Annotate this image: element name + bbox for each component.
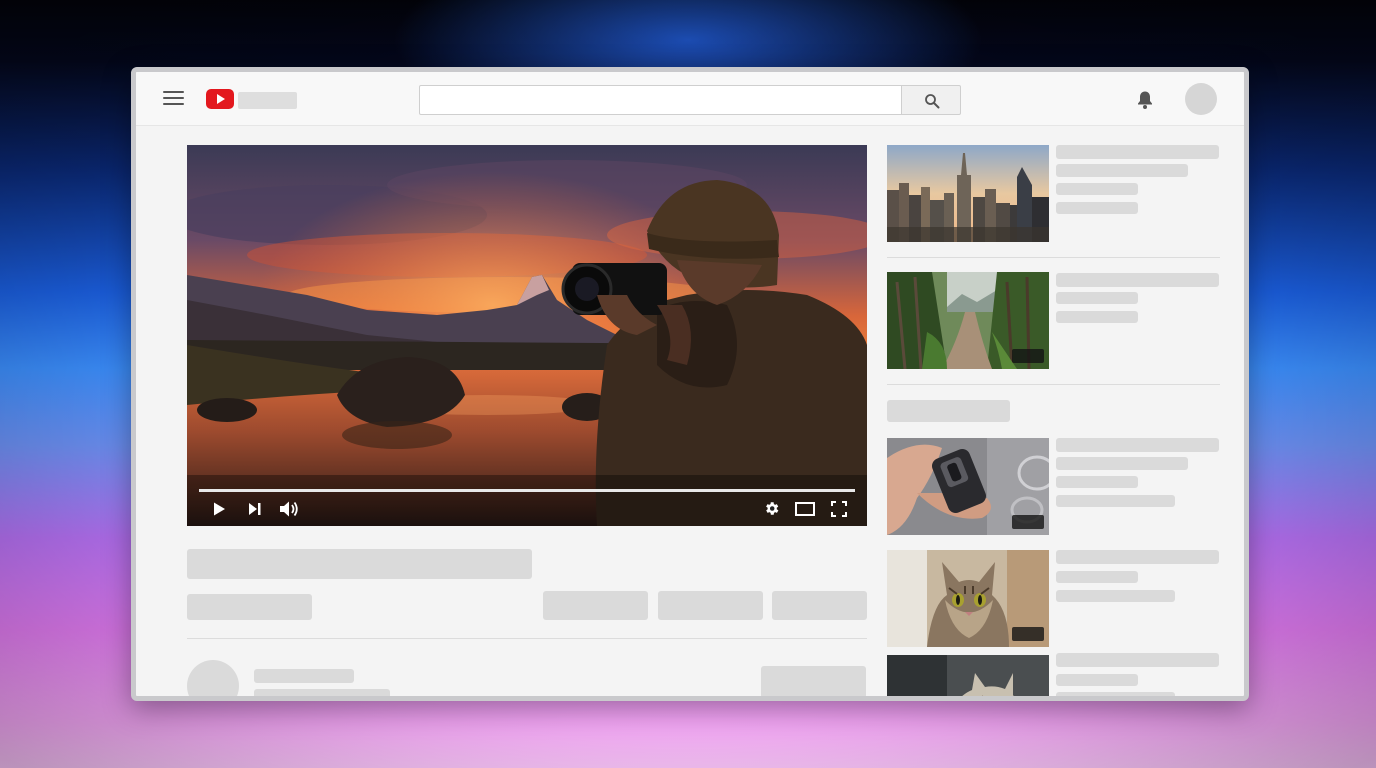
browser-window bbox=[131, 67, 1249, 701]
search-icon bbox=[925, 94, 940, 109]
subscribe-button[interactable] bbox=[761, 666, 866, 696]
rec-views-placeholder bbox=[1056, 495, 1175, 507]
settings-gear-icon[interactable] bbox=[763, 500, 780, 517]
next-icon[interactable] bbox=[248, 502, 262, 516]
rec-title-placeholder bbox=[1056, 145, 1219, 159]
rec-views-placeholder bbox=[1056, 311, 1138, 323]
rec-title-placeholder bbox=[1056, 653, 1219, 667]
notifications-bell-icon[interactable] bbox=[1136, 90, 1154, 110]
rec-title-placeholder bbox=[1056, 273, 1219, 287]
rec-channel-placeholder bbox=[1056, 674, 1138, 686]
video-title-placeholder bbox=[187, 549, 532, 579]
account-avatar[interactable] bbox=[1185, 83, 1217, 115]
rec-views-placeholder bbox=[1056, 692, 1175, 696]
section-header-placeholder bbox=[887, 400, 1010, 422]
top-bar bbox=[136, 72, 1244, 126]
city-skyline-image bbox=[887, 145, 1049, 242]
rec-views-placeholder bbox=[1056, 590, 1175, 602]
video-frame bbox=[187, 145, 867, 526]
like-button[interactable] bbox=[543, 591, 648, 620]
rec-title-placeholder bbox=[1056, 457, 1188, 470]
recommendation-thumbnail[interactable] bbox=[887, 438, 1049, 535]
rec-title-placeholder bbox=[1056, 164, 1188, 177]
rec-channel-placeholder bbox=[1056, 476, 1138, 488]
channel-avatar[interactable] bbox=[187, 660, 239, 696]
video-meta-placeholder bbox=[187, 594, 312, 620]
logo-text-placeholder bbox=[238, 92, 297, 109]
progress-fill bbox=[199, 489, 855, 492]
menu-icon[interactable] bbox=[163, 91, 184, 107]
search-input[interactable] bbox=[419, 85, 902, 115]
video-player[interactable] bbox=[187, 145, 867, 526]
recommendation-thumbnail[interactable] bbox=[887, 655, 1049, 696]
save-button[interactable] bbox=[772, 591, 867, 620]
theater-mode-icon[interactable] bbox=[795, 502, 815, 516]
divider bbox=[887, 257, 1220, 258]
duration-badge bbox=[1012, 515, 1044, 529]
play-icon[interactable] bbox=[211, 501, 227, 517]
rec-channel-placeholder bbox=[1056, 292, 1138, 304]
recommendation-thumbnail[interactable] bbox=[887, 550, 1049, 647]
fullscreen-icon[interactable] bbox=[831, 501, 847, 517]
duration-badge bbox=[1012, 627, 1044, 641]
rec-title-placeholder bbox=[1056, 438, 1219, 452]
progress-bar[interactable] bbox=[199, 489, 855, 492]
divider bbox=[187, 638, 867, 639]
share-button[interactable] bbox=[658, 591, 763, 620]
recommendation-thumbnail[interactable] bbox=[887, 272, 1049, 369]
search-button[interactable] bbox=[901, 85, 961, 115]
rec-channel-placeholder bbox=[1056, 571, 1138, 583]
duration-badge bbox=[1012, 349, 1044, 363]
rec-title-placeholder bbox=[1056, 550, 1219, 564]
volume-icon[interactable] bbox=[279, 500, 299, 518]
rec-channel-placeholder bbox=[1056, 183, 1138, 195]
youtube-logo-icon[interactable] bbox=[206, 89, 234, 109]
rec-views-placeholder bbox=[1056, 202, 1138, 214]
channel-subs-placeholder bbox=[254, 689, 390, 696]
channel-name-placeholder bbox=[254, 669, 354, 683]
recommendation-thumbnail[interactable] bbox=[887, 145, 1049, 242]
divider bbox=[887, 384, 1220, 385]
cat-partial-image bbox=[887, 655, 1049, 696]
